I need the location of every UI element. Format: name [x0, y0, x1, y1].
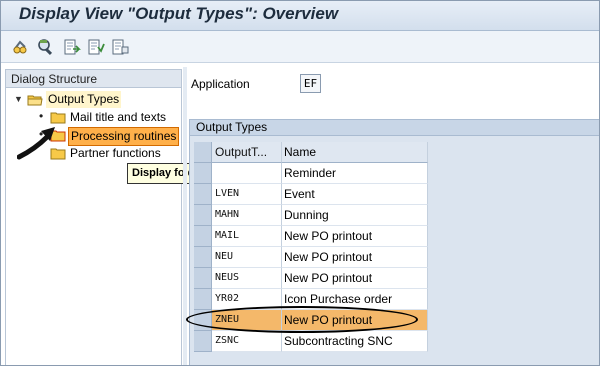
output-type-name: Icon Purchase order [282, 289, 428, 310]
table-row[interactable]: MAHN Dunning [194, 205, 428, 226]
find-icon[interactable] [37, 38, 55, 56]
table-row[interactable]: NEU New PO printout [194, 247, 428, 268]
column-header-output-type[interactable]: OutputT... [212, 142, 282, 163]
output-type-name: Dunning [282, 205, 428, 226]
output-types-group-title: Output Types [190, 120, 599, 136]
row-selector[interactable] [194, 163, 212, 184]
output-type-name: Event [282, 184, 428, 205]
output-type-name: New PO printout [282, 268, 428, 289]
output-type-code: LVEN [212, 184, 282, 205]
row-selector[interactable] [194, 310, 212, 331]
output-type-code: NEUS [212, 268, 282, 289]
title-bar: Display View "Output Types": Overview [1, 1, 599, 31]
output-type-code: MAIL [212, 226, 282, 247]
table-row[interactable]: LVEN Event [194, 184, 428, 205]
output-type-code: ZSNC [212, 331, 282, 352]
export-icon[interactable] [63, 38, 81, 56]
table-row[interactable]: Reminder [194, 163, 428, 184]
glasses-change-icon[interactable] [11, 38, 29, 56]
select-all-rows-button[interactable] [194, 142, 212, 163]
row-selector[interactable] [194, 331, 212, 352]
output-type-name: Subcontracting SNC [282, 331, 428, 352]
output-type-name: New PO printout [282, 310, 428, 331]
output-type-code: ZNEU [212, 310, 282, 331]
output-type-name: New PO printout [282, 247, 428, 268]
open-folder-icon [27, 93, 43, 106]
output-type-name: Reminder [282, 163, 428, 184]
dialog-structure-pane: Dialog Structure ▼ Output Types • Mail t… [5, 69, 182, 365]
dialog-structure-header: Dialog Structure [6, 70, 181, 88]
row-selector[interactable] [194, 289, 212, 310]
row-selector[interactable] [194, 268, 212, 289]
table-header-row: OutputT... Name [194, 142, 428, 163]
output-type-code: MAHN [212, 205, 282, 226]
row-selector[interactable] [194, 205, 212, 226]
application-label: Application [191, 77, 250, 91]
table-row[interactable]: ZSNC Subcontracting SNC [194, 331, 428, 352]
sap-window: Display View "Output Types": Overview Di… [0, 0, 600, 366]
select-all-icon[interactable] [87, 38, 105, 56]
tree-node-label: Partner functions [70, 146, 161, 160]
annotation-arrow-icon [17, 123, 61, 163]
table-row[interactable]: NEUS New PO printout [194, 268, 428, 289]
output-type-code: NEU [212, 247, 282, 268]
output-type-name: New PO printout [282, 226, 428, 247]
table-row[interactable]: MAIL New PO printout [194, 226, 428, 247]
column-header-name[interactable]: Name [282, 142, 428, 163]
row-selector[interactable] [194, 184, 212, 205]
output-type-code [212, 163, 282, 184]
application-field[interactable]: EF [300, 74, 321, 93]
pane-splitter[interactable] [183, 67, 187, 365]
table-row-highlighted[interactable]: ZNEU New PO printout [194, 310, 428, 331]
tree-node-label: Output Types [46, 91, 122, 108]
application-toolbar [1, 31, 599, 63]
tree-node-label: Processing routines [68, 127, 180, 146]
expand-triangle-icon[interactable]: ▼ [14, 91, 26, 108]
row-selector[interactable] [194, 247, 212, 268]
table-row[interactable]: YR02 Icon Purchase order [194, 289, 428, 310]
row-selector[interactable] [194, 226, 212, 247]
output-type-code: YR02 [212, 289, 282, 310]
deselect-icon[interactable] [111, 38, 129, 56]
tree-node-label: Mail title and texts [70, 110, 167, 124]
page-title: Display View "Output Types": Overview [19, 4, 339, 23]
